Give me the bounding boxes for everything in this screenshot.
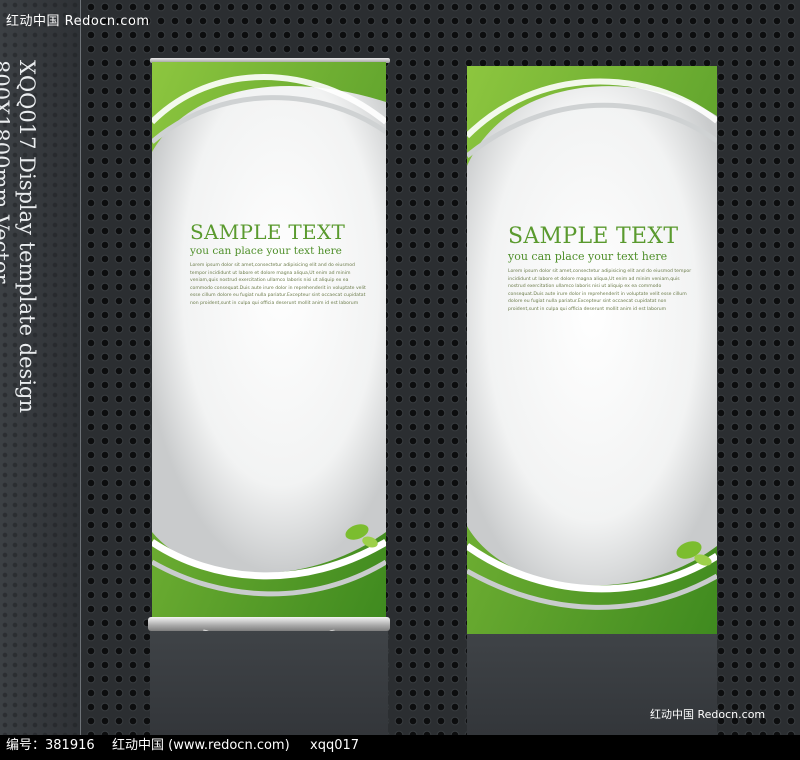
banner-left-title: SAMPLE TEXT [190,220,346,244]
watermark-top: 红动中国 Redocn.com [6,14,150,29]
footer-site: 红动中国 (www.redocn.com) [112,738,290,753]
banner-left-artwork [152,62,386,618]
stand-base [148,617,390,631]
vertical-title: XQQ017 Display template design 800X1800m… [0,60,40,413]
banner-left-body: Lorem ipsum dolor sit amet,consectetur a… [190,263,366,306]
banner-right-title: SAMPLE TEXT [508,224,679,249]
footer-bar: 编号：381916 红动中国 (www.redocn.com) xqq017 [0,735,800,760]
banner-left: SAMPLE TEXT you can place your text here… [152,62,386,618]
footer-code: xqq017 [310,738,360,753]
banner-right-body: Lorem ipsum dolor sit amet,consectetur a… [508,269,692,312]
banner-right: SAMPLE TEXT you can place your text here… [467,66,717,634]
vertical-title-line-1: XQQ017 Display template design [15,60,39,414]
banner-right-artwork [467,66,717,634]
banner-left-text: SAMPLE TEXT you can place your text here… [190,220,370,308]
banner-right-text: SAMPLE TEXT you can place your text here… [508,224,698,314]
watermark-bottom: 红动中国 Redocn.com [650,708,766,721]
footer-id-label: 编号：381916 [6,738,95,753]
banner-right-subtitle: you can place your text here [508,250,668,263]
floor-shadow-left [150,631,388,735]
banner-left-subtitle: you can place your text here [190,245,342,257]
vertical-title-line-2: 800X1800mm Vector [0,60,13,284]
